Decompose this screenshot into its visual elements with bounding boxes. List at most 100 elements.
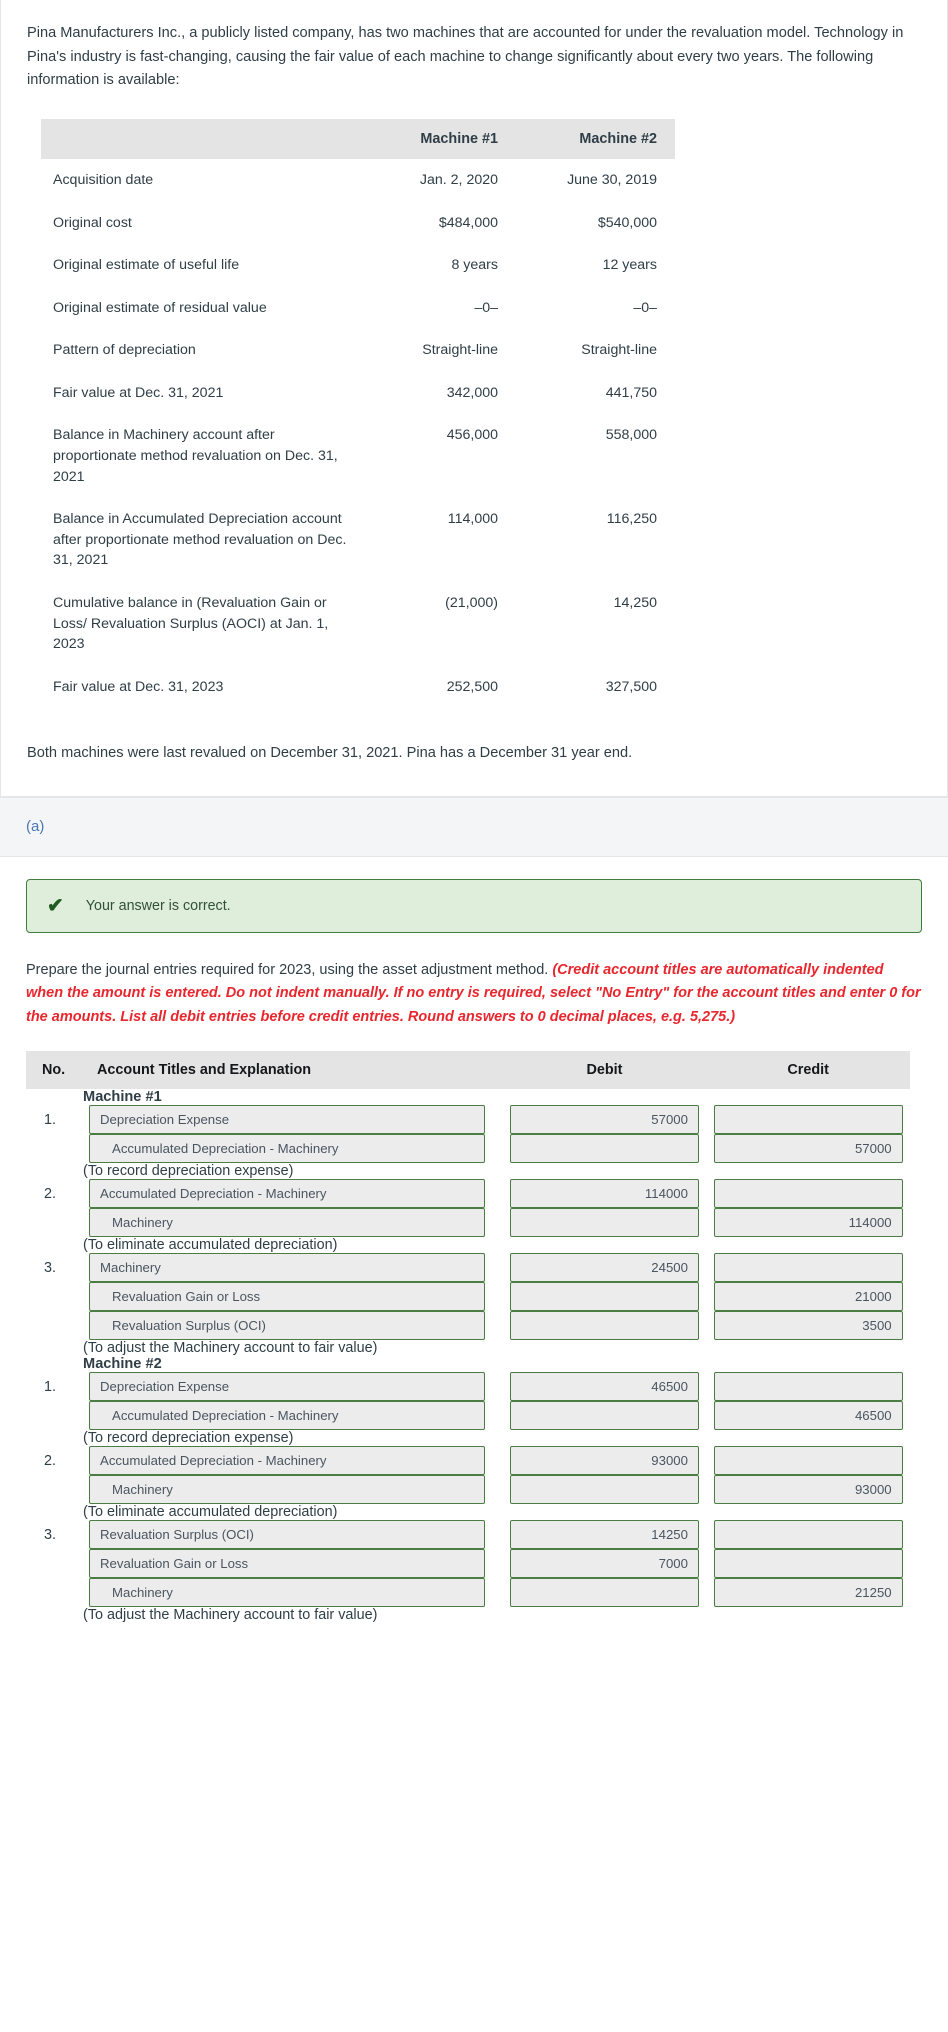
debit-cell	[503, 1282, 707, 1312]
machine-2-value: –0–	[633, 299, 657, 316]
account-title-field[interactable]: Accumulated Depreciation - Machinery	[89, 1401, 486, 1431]
journal-memo-text: (To eliminate accumulated depreciation)	[83, 1237, 338, 1254]
credit-amount-field[interactable]	[713, 1549, 903, 1579]
answer-area: ✔ Your answer is correct. Prepare the jo…	[0, 856, 948, 1634]
account-title-field[interactable]: Depreciation Expense	[89, 1105, 486, 1135]
credit-amount-field[interactable]	[713, 1446, 903, 1476]
debit-cell: 14250	[503, 1520, 707, 1550]
entry-number: 3.	[44, 1526, 57, 1543]
journal-entry-line: Accumulated Depreciation - Machinery 5700…	[26, 1134, 910, 1164]
debit-amount-field[interactable]: 7000	[509, 1549, 699, 1579]
account-title-field[interactable]: Revaluation Gain or Loss	[89, 1549, 486, 1579]
row-label: Original estimate of useful life	[53, 257, 240, 274]
journal-entry-line: 1. Depreciation Expense 46500	[26, 1372, 910, 1402]
credit-amount-field[interactable]	[713, 1253, 903, 1283]
problem-statement-card: Pina Manufacturers Inc., a publicly list…	[0, 0, 948, 797]
account-title-field[interactable]: Accumulated Depreciation - Machinery	[89, 1134, 486, 1164]
credit-cell: 21250	[706, 1578, 910, 1608]
journal-entry-line: Accumulated Depreciation - Machinery 4650…	[26, 1401, 910, 1431]
credit-amount-field[interactable]: 57000	[713, 1134, 903, 1164]
credit-amount-field[interactable]: 93000	[713, 1475, 903, 1505]
machine-1-value: Jan. 2, 2020	[419, 171, 498, 188]
credit-cell	[706, 1549, 910, 1579]
account-title-cell: Machinery	[83, 1253, 503, 1283]
account-title-cell: Accumulated Depreciation - Machinery	[83, 1179, 503, 1209]
account-title-field[interactable]: Depreciation Expense	[89, 1372, 486, 1402]
debit-amount-field[interactable]: 93000	[509, 1446, 699, 1476]
journal-entry-line: Revaluation Gain or Loss 7000	[26, 1549, 910, 1579]
account-title-cell: Accumulated Depreciation - Machinery	[83, 1134, 503, 1164]
table-row: Original estimate of residual value –0– –0…	[41, 287, 675, 330]
debit-amount-field[interactable]	[509, 1401, 699, 1431]
credit-cell	[706, 1179, 910, 1209]
debit-amount-field[interactable]	[509, 1208, 699, 1238]
entry-number	[26, 1134, 83, 1163]
journal-entry-line: 2. Accumulated Depreciation - Machinery 93…	[26, 1446, 910, 1476]
journal-column-header-credit: Credit	[706, 1051, 910, 1090]
journal-header-row: No. Account Titles and Explanation Debit…	[26, 1051, 910, 1090]
entry-number: 1.	[44, 1378, 57, 1395]
debit-amount-field[interactable]: 114000	[509, 1179, 699, 1209]
journal-memo-text: (To eliminate accumulated depreciation)	[83, 1504, 338, 1521]
credit-amount-field[interactable]	[713, 1179, 903, 1209]
debit-amount-field[interactable]	[509, 1134, 699, 1164]
part-label: (a)	[26, 817, 45, 835]
account-title-cell: Revaluation Surplus (OCI)	[83, 1520, 503, 1550]
debit-amount-field[interactable]: 14250	[509, 1520, 699, 1550]
column-header-blank	[41, 118, 357, 159]
journal-memo-row: (To eliminate accumulated depreciation)	[26, 1237, 910, 1253]
account-title-field[interactable]: Revaluation Surplus (OCI)	[89, 1311, 486, 1341]
journal-section-heading: Machine #2	[83, 1356, 162, 1373]
journal-memo-row: (To adjust the Machinery account to fair…	[26, 1607, 910, 1623]
journal-entry-line: 1. Depreciation Expense 57000	[26, 1105, 910, 1135]
credit-cell	[706, 1520, 910, 1550]
column-header-machine-1: Machine #1	[357, 118, 516, 159]
entry-number	[26, 1311, 83, 1340]
debit-amount-field[interactable]: 46500	[509, 1372, 699, 1402]
debit-amount-field[interactable]	[509, 1282, 699, 1312]
credit-amount-field[interactable]: 21000	[713, 1282, 903, 1312]
journal-memo-text: (To adjust the Machinery account to fair…	[83, 1340, 378, 1357]
machine-1-value: 252,500	[446, 678, 498, 695]
table-row: Original cost $484,000 $540,000	[41, 202, 675, 245]
account-title-field[interactable]: Machinery	[89, 1578, 486, 1608]
debit-amount-field[interactable]: 57000	[509, 1105, 699, 1135]
account-title-field[interactable]: Revaluation Surplus (OCI)	[89, 1520, 486, 1550]
debit-amount-field[interactable]	[509, 1475, 699, 1505]
entry-number	[26, 1475, 83, 1504]
account-title-field[interactable]: Machinery	[89, 1208, 486, 1238]
credit-amount-field[interactable]: 114000	[713, 1208, 903, 1238]
problem-closing-note: Both machines were last revalued on Dece…	[27, 745, 633, 762]
entry-number	[26, 1578, 83, 1607]
credit-amount-field[interactable]	[713, 1105, 903, 1135]
credit-amount-field[interactable]: 46500	[713, 1401, 903, 1431]
account-title-field[interactable]: Accumulated Depreciation - Machinery	[89, 1179, 486, 1209]
entry-number: 1.	[44, 1111, 57, 1128]
journal-entry-table: No. Account Titles and Explanation Debit…	[26, 1051, 910, 1623]
debit-amount-field[interactable]	[509, 1311, 699, 1341]
account-title-field[interactable]: Revaluation Gain or Loss	[89, 1282, 486, 1312]
debit-amount-field[interactable]	[509, 1578, 699, 1608]
question-instructions: Prepare the journal entries required for…	[26, 959, 922, 1029]
credit-amount-field[interactable]	[713, 1520, 903, 1550]
credit-amount-field[interactable]	[713, 1372, 903, 1402]
machine-2-value: June 30, 2019	[567, 171, 657, 188]
account-title-field[interactable]: Machinery	[89, 1253, 486, 1283]
credit-amount-field[interactable]: 3500	[713, 1311, 903, 1341]
entry-number	[26, 1549, 83, 1578]
debit-amount-field[interactable]: 24500	[509, 1253, 699, 1283]
machine-1-value: $484,000	[438, 214, 498, 231]
machine-2-value: 12 years	[602, 257, 657, 274]
account-title-cell: Revaluation Gain or Loss	[83, 1282, 503, 1312]
row-label: Balance in Machinery account after propo…	[53, 427, 338, 485]
row-label: Fair value at Dec. 31, 2021	[53, 384, 224, 401]
row-label: Cumulative balance in (Revaluation Gain …	[53, 595, 329, 653]
machine-data-table-header-row: Machine #1 Machine #2	[41, 118, 675, 159]
section-heading-spacer	[26, 1089, 83, 1105]
account-title-field[interactable]: Accumulated Depreciation - Machinery	[89, 1446, 486, 1476]
account-title-field[interactable]: Machinery	[89, 1475, 486, 1505]
row-label: Acquisition date	[53, 171, 154, 188]
debit-cell: 7000	[503, 1549, 707, 1579]
credit-amount-field[interactable]: 21250	[713, 1578, 903, 1608]
journal-memo-row: (To record depreciation expense)	[26, 1430, 910, 1446]
